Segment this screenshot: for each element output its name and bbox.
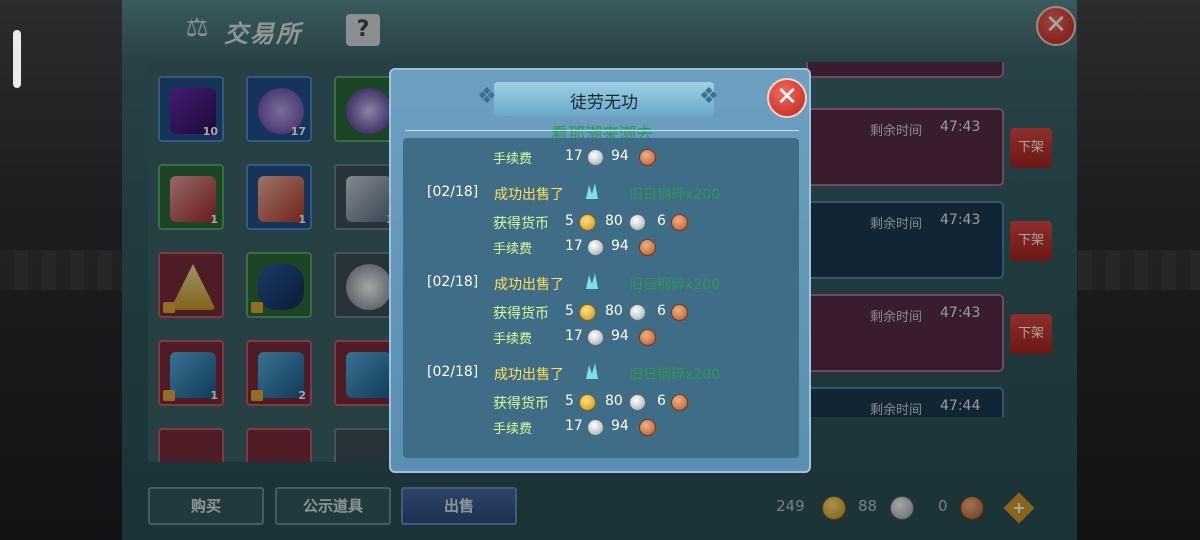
earned-gold: 5 [565, 393, 574, 409]
popup-close-button[interactable]: ✕ [767, 78, 807, 118]
silver-coin-icon [587, 149, 604, 166]
sale-log-popup: 徒劳无功 ❖ ❖ 看那潮来潮去 ✕ 手续费 17 94 [02/18] 成功出售… [389, 68, 811, 473]
earned-gold: 5 [565, 303, 574, 319]
log-date: [02/18] [427, 184, 479, 200]
crystal-shard-icon [586, 183, 598, 199]
divider [405, 130, 799, 131]
crystal-shard-icon [586, 273, 598, 289]
earned-copper: 6 [657, 213, 666, 229]
fee-copper: 94 [611, 148, 629, 164]
fee-silver: 17 [565, 328, 583, 344]
silver-coin-icon [587, 239, 604, 256]
log-date: [02/18] [427, 364, 479, 380]
silver-coin-icon [587, 329, 604, 346]
popup-title: 徒劳无功 [570, 93, 638, 113]
copper-coin-icon [639, 149, 656, 166]
item-name: 旧日钢碎x200 [629, 277, 721, 293]
fee-label: 手续费 [493, 152, 533, 167]
earned-silver: 80 [605, 393, 623, 409]
sale-log-list[interactable]: 手续费 17 94 [02/18] 成功出售了 旧日钢碎x200 获得货币 5 … [403, 138, 799, 458]
silver-coin-icon [629, 394, 646, 411]
gold-coin-icon [579, 304, 596, 321]
popup-title-banner: 徒劳无功 [494, 82, 714, 116]
sold-label: 成功出售了 [494, 277, 564, 293]
silver-coin-icon [629, 214, 646, 231]
copper-coin-icon [671, 394, 688, 411]
earned-currency-label: 获得货币 [493, 306, 549, 322]
fee-silver: 17 [565, 148, 583, 164]
gold-coin-icon [579, 214, 596, 231]
fee-copper: 94 [611, 238, 629, 254]
copper-coin-icon [671, 304, 688, 321]
crystal-shard-icon [586, 363, 598, 379]
earned-copper: 6 [657, 393, 666, 409]
log-date: [02/18] [427, 274, 479, 290]
copper-coin-icon [639, 329, 656, 346]
sold-label: 成功出售了 [494, 187, 564, 203]
fee-silver: 17 [565, 238, 583, 254]
earned-silver: 80 [605, 303, 623, 319]
fee-label: 手续费 [493, 422, 533, 437]
fee-silver: 17 [565, 418, 583, 434]
sold-label: 成功出售了 [494, 367, 564, 383]
fee-label: 手续费 [493, 332, 533, 347]
earned-silver: 80 [605, 213, 623, 229]
fee-copper: 94 [611, 328, 629, 344]
side-handle[interactable] [13, 30, 21, 88]
silver-coin-icon [629, 304, 646, 321]
copper-coin-icon [639, 239, 656, 256]
item-name: 旧日钢碎x200 [629, 187, 721, 203]
gold-coin-icon [579, 394, 596, 411]
ornament-left-icon: ❖ [477, 84, 497, 109]
copper-coin-icon [639, 419, 656, 436]
earned-currency-label: 获得货币 [493, 216, 549, 232]
item-name: 旧日钢碎x200 [629, 367, 721, 383]
earned-currency-label: 获得货币 [493, 396, 549, 412]
earned-gold: 5 [565, 213, 574, 229]
copper-coin-icon [671, 214, 688, 231]
fee-label: 手续费 [493, 242, 533, 257]
fee-copper: 94 [611, 418, 629, 434]
ornament-right-icon: ❖ [699, 84, 719, 109]
earned-copper: 6 [657, 303, 666, 319]
silver-coin-icon [587, 419, 604, 436]
